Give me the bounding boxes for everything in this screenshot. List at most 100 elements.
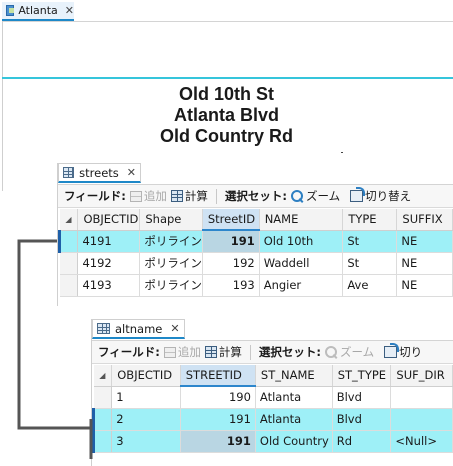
- switch-label: 切り替え: [365, 189, 412, 203]
- cell-st-name[interactable]: Atlanta: [255, 408, 333, 431]
- toolbar-separator: [249, 344, 251, 360]
- zoom-icon: [290, 189, 304, 203]
- field-label: フィールド:: [64, 189, 126, 203]
- tab-divider: [2, 21, 453, 22]
- table-row[interactable]: 1 190 Atlanta Blvd: [93, 386, 453, 409]
- tab-altname[interactable]: altname ✕: [92, 319, 185, 339]
- zoom-to-selection-button[interactable]: ズーム: [290, 188, 341, 204]
- tab-atlanta-map[interactable]: Atlanta ✕: [2, 2, 74, 21]
- add-field-button[interactable]: 追加: [163, 344, 201, 360]
- add-field-icon: [163, 346, 176, 358]
- close-icon[interactable]: ✕: [170, 322, 179, 335]
- cell-streetid[interactable]: 191: [180, 408, 256, 431]
- cell-suf-dir[interactable]: [390, 408, 453, 431]
- add-field-label: 追加: [143, 189, 167, 203]
- row-selector[interactable]: [57, 230, 79, 253]
- toolbar-separator: [215, 188, 217, 204]
- row-selector[interactable]: [59, 252, 79, 275]
- tab-streets[interactable]: streets ✕: [58, 163, 141, 183]
- cell-streetid[interactable]: 191: [202, 230, 260, 253]
- cell-suffix[interactable]: NE: [396, 230, 453, 253]
- select-all-corner[interactable]: ◢: [93, 365, 113, 387]
- column-header-streetid[interactable]: STREETID: [180, 365, 256, 387]
- map-icon: [6, 5, 15, 16]
- street-label: Atlanta Blvd: [173, 105, 279, 125]
- cell-objectid[interactable]: 3: [111, 430, 181, 453]
- cell-objectid[interactable]: 4191: [77, 230, 141, 253]
- cell-streetid[interactable]: 190: [180, 386, 256, 409]
- cell-st-name[interactable]: Atlanta: [255, 386, 333, 409]
- cell-name[interactable]: Angier: [259, 274, 344, 297]
- switch-selection-button[interactable]: 切り: [384, 343, 422, 360]
- cell-st-type[interactable]: Blvd: [332, 408, 392, 431]
- table-icon: [63, 167, 75, 178]
- cell-type[interactable]: St: [342, 230, 398, 253]
- column-header-streetid[interactable]: StreetID: [202, 209, 260, 231]
- cell-shape[interactable]: ポリライン: [139, 252, 203, 275]
- cell-suf-dir[interactable]: <Null>: [390, 430, 453, 453]
- street-feature[interactable]: [2, 77, 453, 79]
- switch-selection-button[interactable]: 切り替え: [350, 187, 412, 204]
- cell-objectid[interactable]: 4192: [77, 252, 141, 275]
- zoom-to-selection-button[interactable]: ズーム: [324, 344, 374, 360]
- table-row[interactable]: 3 191 Old Country Rd <Null>: [91, 430, 453, 453]
- cell-suf-dir[interactable]: [390, 386, 453, 409]
- cell-name[interactable]: Old 10th: [259, 230, 344, 253]
- cell-type[interactable]: Ave: [342, 274, 398, 297]
- streets-table-window: streets ✕ フィールド: 追加 計算 選択セット: ズーム 切り替え ◢…: [57, 163, 453, 306]
- column-header-objectid[interactable]: OBJECTID: [77, 209, 141, 231]
- table-row[interactable]: 2 191 Atlanta Blvd: [91, 408, 453, 431]
- cell-st-type[interactable]: Blvd: [332, 386, 392, 409]
- row-selector[interactable]: [91, 408, 113, 431]
- column-header-st-name[interactable]: ST_NAME: [255, 365, 333, 387]
- cell-type[interactable]: St: [342, 252, 398, 275]
- column-header-st-type[interactable]: ST_TYPE: [332, 365, 392, 387]
- cell-suffix[interactable]: NE: [396, 274, 453, 297]
- cell-objectid[interactable]: 4193: [77, 274, 141, 297]
- cell-name[interactable]: Waddell: [259, 252, 344, 275]
- cell-st-name[interactable]: Old Country: [255, 430, 333, 453]
- calculator-icon: [204, 346, 217, 358]
- attribute-table: ◢ OBJECTID Shape StreetID NAME TYPE SUFF…: [57, 209, 453, 297]
- cell-objectid[interactable]: 1: [111, 386, 181, 409]
- column-header-suf-dir[interactable]: SUF_DIR: [390, 365, 453, 387]
- close-icon[interactable]: ✕: [127, 166, 136, 179]
- cell-streetid[interactable]: 193: [202, 274, 260, 297]
- calculate-button[interactable]: 計算: [204, 344, 242, 360]
- row-selector[interactable]: [91, 430, 113, 453]
- calculate-button[interactable]: 計算: [170, 188, 208, 204]
- add-field-button[interactable]: 追加: [129, 188, 167, 204]
- cell-suffix[interactable]: NE: [396, 252, 453, 275]
- zoom-label: ズーム: [305, 189, 341, 203]
- calculate-label: 計算: [218, 345, 242, 359]
- cell-streetid[interactable]: 191: [180, 430, 256, 453]
- cell-shape[interactable]: ポリライン: [139, 230, 203, 253]
- header-row: ◢ OBJECTID Shape StreetID NAME TYPE SUFF…: [59, 209, 453, 231]
- close-icon[interactable]: ✕: [65, 4, 74, 17]
- zoom-icon: [324, 345, 338, 359]
- column-header-type[interactable]: TYPE: [342, 209, 398, 231]
- select-all-corner[interactable]: ◢: [59, 209, 79, 231]
- street-label: Old Country Rd: [160, 126, 293, 146]
- cell-objectid[interactable]: 2: [111, 408, 181, 431]
- tab-label: altname: [115, 321, 163, 336]
- row-selector[interactable]: [59, 274, 79, 297]
- row-selector[interactable]: [93, 386, 113, 409]
- cell-st-type[interactable]: Rd: [332, 430, 392, 453]
- add-field-icon: [129, 190, 142, 202]
- column-header-shape[interactable]: Shape: [139, 209, 203, 231]
- cell-shape[interactable]: ポリライン: [139, 274, 203, 297]
- field-label: フィールド:: [98, 345, 160, 359]
- table-row[interactable]: 4192 ポリライン 192 Waddell St NE: [59, 252, 453, 275]
- cell-streetid[interactable]: 192: [202, 252, 260, 275]
- switch-selection-icon: [350, 187, 366, 202]
- column-header-objectid[interactable]: OBJECTID: [111, 365, 181, 387]
- altname-table-window: altname ✕ フィールド: 追加 計算 選択セット: ズーム 切り ◢ O…: [91, 319, 453, 466]
- calculate-label: 計算: [184, 189, 208, 203]
- table-row[interactable]: 4193 ポリライン 193 Angier Ave NE: [59, 274, 453, 297]
- column-header-suffix[interactable]: SUFFIX: [396, 209, 453, 231]
- table-row[interactable]: 4191 ポリライン 191 Old 10th St NE: [57, 230, 453, 253]
- header-row: ◢ OBJECTID STREETID ST_NAME ST_TYPE SUF_…: [93, 365, 453, 387]
- column-header-name[interactable]: NAME: [259, 209, 344, 231]
- selection-label: 選択セット:: [224, 189, 287, 203]
